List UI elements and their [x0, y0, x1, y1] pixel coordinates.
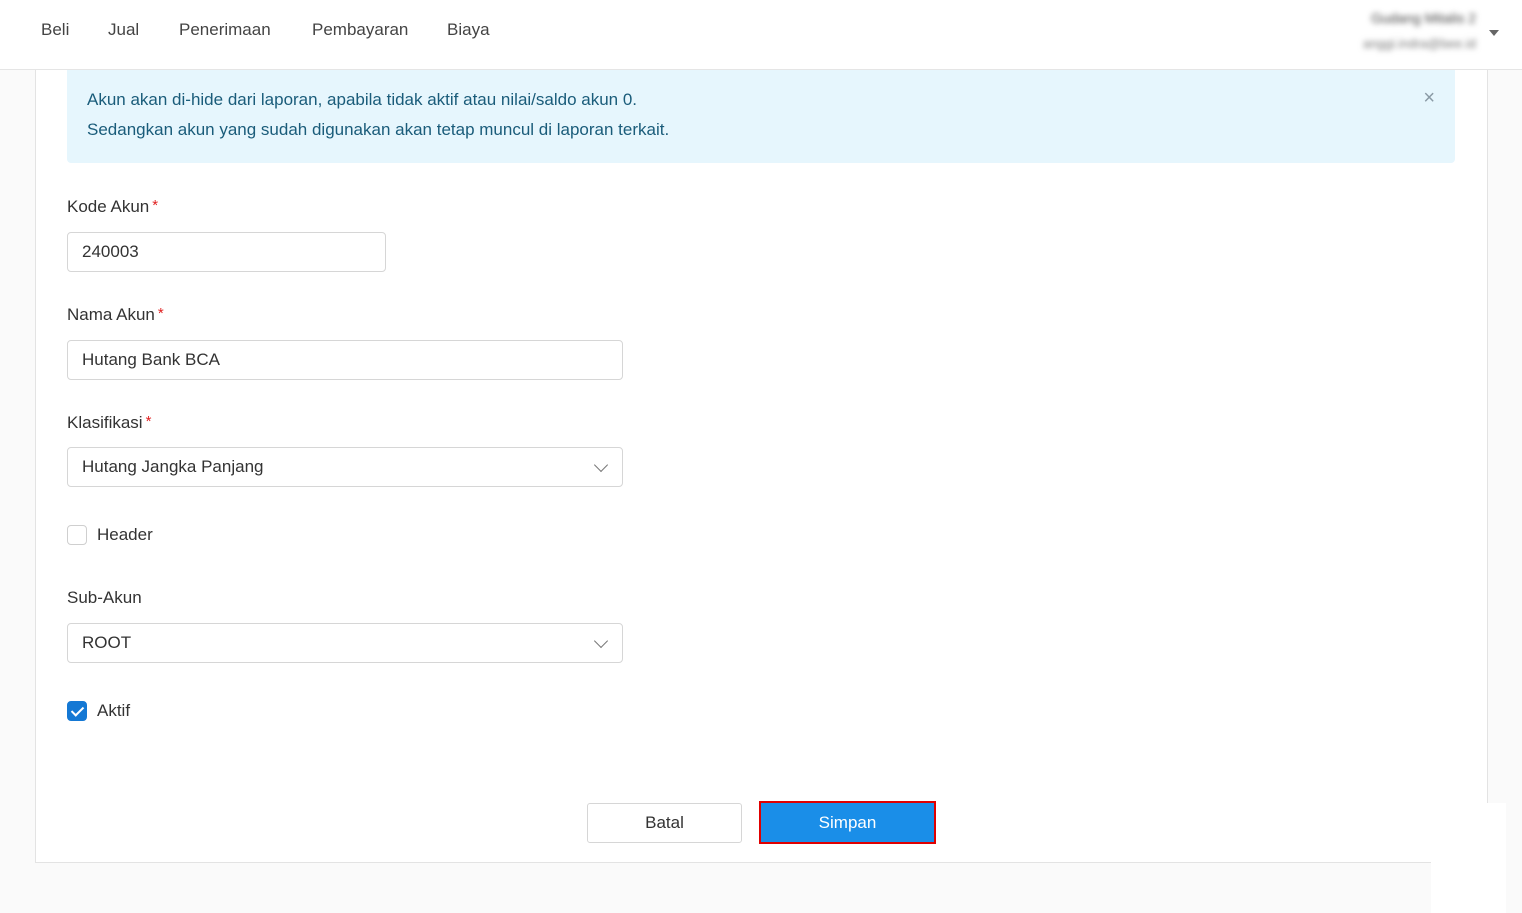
required-mark: * [145, 413, 152, 430]
user-email: anggi.indra@bee.id [1363, 36, 1476, 51]
nav-item-penerimaan[interactable]: Penerimaan [179, 20, 271, 40]
save-button[interactable]: Simpan [759, 801, 936, 844]
chevron-down-icon [593, 457, 609, 473]
chevron-down-icon [593, 633, 609, 649]
user-name: Gudang Mitalis 2 [1370, 10, 1476, 26]
nama-akun-label: Nama Akun * [67, 305, 164, 324]
aktif-checkbox[interactable] [67, 701, 87, 721]
nav-item-jual[interactable]: Jual [108, 20, 139, 40]
nama-akun-input[interactable]: Hutang Bank BCA [67, 340, 623, 380]
required-mark: * [157, 305, 164, 322]
nav-item-biaya[interactable]: Biaya [447, 20, 490, 40]
user-menu[interactable]: Gudang Mitalis 2 anggi.indra@bee.id [1326, 10, 1476, 58]
aktif-checkbox-label: Aktif [97, 701, 131, 720]
close-icon[interactable]: × [1423, 88, 1435, 108]
alert-text-line-1: Akun akan di-hide dari laporan, apabila … [87, 90, 638, 109]
kode-akun-label: Kode Akun * [67, 197, 159, 216]
top-navbar: Beli Jual Penerimaan Pembayaran Biaya Gu… [0, 0, 1522, 70]
header-checkbox[interactable] [67, 525, 87, 545]
kode-akun-input[interactable]: 240003 [67, 232, 386, 272]
klasifikasi-label: Klasifikasi * [67, 413, 152, 432]
required-mark: * [152, 197, 159, 214]
account-form-card: Akun akan di-hide dari laporan, apabila … [35, 70, 1488, 863]
sub-akun-label: Sub-Akun [67, 588, 142, 607]
klasifikasi-selected-value: Hutang Jangka Panjang [82, 457, 264, 476]
alert-text-line-2: Sedangkan akun yang sudah digunakan akan… [87, 120, 670, 139]
sub-akun-selected-value: ROOT [82, 633, 132, 652]
cancel-button[interactable]: Batal [587, 803, 742, 843]
nav-item-beli[interactable]: Beli [41, 20, 69, 40]
nav-item-pembayaran[interactable]: Pembayaran [312, 20, 408, 40]
sub-akun-select[interactable]: ROOT [67, 623, 623, 663]
info-alert: Akun akan di-hide dari laporan, apabila … [67, 70, 1455, 163]
corner-panel [1431, 803, 1506, 913]
save-button-label: Simpan [818, 812, 877, 832]
klasifikasi-select[interactable]: Hutang Jangka Panjang [67, 447, 623, 487]
header-checkbox-label: Header [97, 525, 153, 544]
caret-down-icon[interactable] [1489, 30, 1499, 36]
